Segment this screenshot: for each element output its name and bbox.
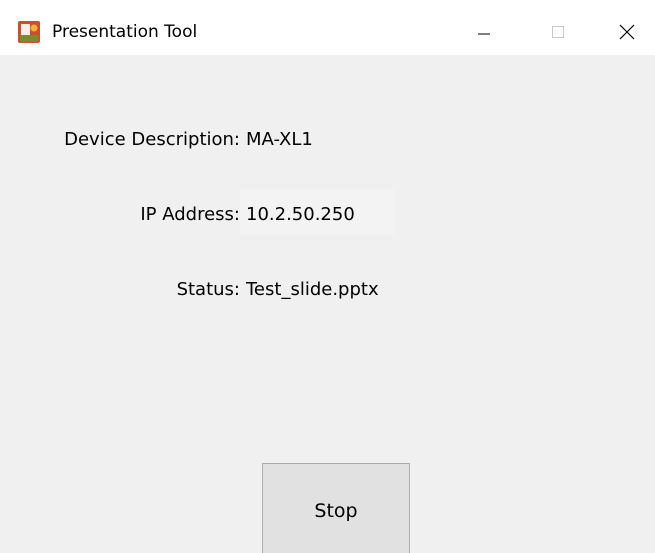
stop-button[interactable]: Stop (262, 463, 410, 553)
device-description-label: Device Description: (64, 129, 240, 150)
maximize-button[interactable] (524, 9, 592, 55)
presentation-app-icon (18, 21, 40, 43)
window-title: Presentation Tool (52, 22, 198, 42)
close-icon (619, 24, 634, 40)
ip-address-value: 10.2.50.250 (246, 204, 355, 225)
maximize-icon (552, 26, 564, 38)
close-button[interactable] (598, 9, 655, 55)
status-value: Test_slide.pptx (246, 279, 379, 300)
ip-address-label: IP Address: (140, 204, 240, 225)
status-label: Status: (176, 279, 240, 300)
minimize-icon (478, 33, 490, 35)
device-description-value: MA-XL1 (246, 129, 313, 150)
app-window: Presentation Tool Device Description: MA… (0, 0, 655, 553)
window-top-strip (0, 0, 655, 9)
minimize-button[interactable] (450, 9, 518, 55)
